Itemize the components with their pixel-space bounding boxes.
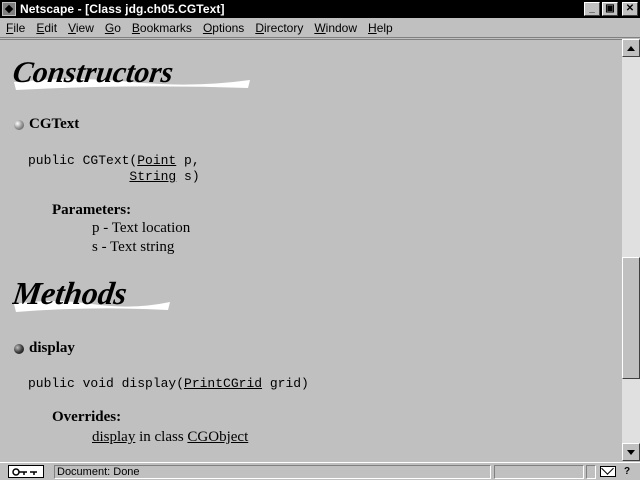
- constructor-name: CGText: [29, 116, 80, 132]
- cgobject-link[interactable]: CGObject: [187, 429, 248, 445]
- scroll-down-button[interactable]: [622, 443, 640, 461]
- netscape-app-icon[interactable]: [2, 2, 16, 16]
- overrides-label: Overrides:: [52, 409, 122, 425]
- maximize-button[interactable]: ▣: [602, 2, 618, 16]
- constructors-heading: Constructors: [12, 55, 176, 89]
- menu-edit[interactable]: Edit: [30, 21, 62, 35]
- bullet-icon: [14, 343, 24, 354]
- status-text: Document: Done: [54, 465, 491, 479]
- method-entry: display: [14, 340, 75, 357]
- scroll-up-button[interactable]: [622, 39, 640, 57]
- status-secondary-field: [586, 465, 596, 479]
- parameters-label: Parameters:: [52, 202, 132, 218]
- method-name: display: [29, 340, 75, 356]
- override-description: display in class CGObject: [92, 429, 249, 445]
- status-bar: Document: Done ?: [0, 462, 640, 480]
- method-signature: public void display(PrintCGrid grid): [28, 376, 309, 391]
- menu-file[interactable]: File: [0, 21, 30, 35]
- title-bar: Netscape - [Class jdg.ch05.CGText] _ ▣ ✕: [0, 0, 640, 18]
- mail-icon[interactable]: [600, 466, 616, 477]
- progress-field: [494, 465, 584, 479]
- menu-bookmarks[interactable]: Bookmarks: [126, 21, 197, 35]
- arrow-down-icon: [627, 449, 635, 455]
- bullet-icon: [14, 119, 24, 130]
- constructors-heading-image: Constructors: [12, 52, 252, 92]
- constructor-signature: public CGText(Point p, String s): [28, 153, 200, 184]
- menu-file-rest: ile: [13, 20, 26, 35]
- param-p-description: p - Text location: [92, 220, 191, 236]
- menu-bar: File Edit View Go Bookmarks Options Dire…: [0, 18, 640, 38]
- menu-go[interactable]: Go: [99, 21, 126, 35]
- string-type-link[interactable]: String: [129, 169, 176, 184]
- methods-heading-image: Methods: [12, 272, 172, 314]
- minimize-button[interactable]: _: [584, 2, 600, 16]
- scroll-thumb[interactable]: [622, 257, 640, 379]
- broken-key-icon[interactable]: [8, 465, 44, 478]
- display-link[interactable]: display: [92, 429, 135, 445]
- point-type-link[interactable]: Point: [137, 153, 176, 168]
- window-controls: _ ▣ ✕: [584, 2, 638, 16]
- question-icon[interactable]: ?: [620, 466, 634, 478]
- vertical-scrollbar[interactable]: [622, 39, 640, 461]
- menu-options[interactable]: Options: [197, 21, 249, 35]
- printcgrid-type-link[interactable]: PrintCGrid: [184, 376, 262, 391]
- constructor-entry: CGText: [14, 116, 79, 133]
- close-button[interactable]: ✕: [622, 2, 638, 16]
- menu-directory[interactable]: Directory: [249, 21, 308, 35]
- methods-heading: Methods: [12, 275, 129, 311]
- page-content: Constructors CGText public CGText(Point …: [0, 39, 622, 461]
- param-s-description: s - Text string: [92, 239, 175, 255]
- menu-help[interactable]: Help: [362, 21, 398, 35]
- menu-view[interactable]: View: [62, 21, 99, 35]
- window-title: Netscape - [Class jdg.ch05.CGText]: [20, 2, 225, 16]
- arrow-up-icon: [627, 45, 635, 51]
- menu-window[interactable]: Window: [308, 21, 362, 35]
